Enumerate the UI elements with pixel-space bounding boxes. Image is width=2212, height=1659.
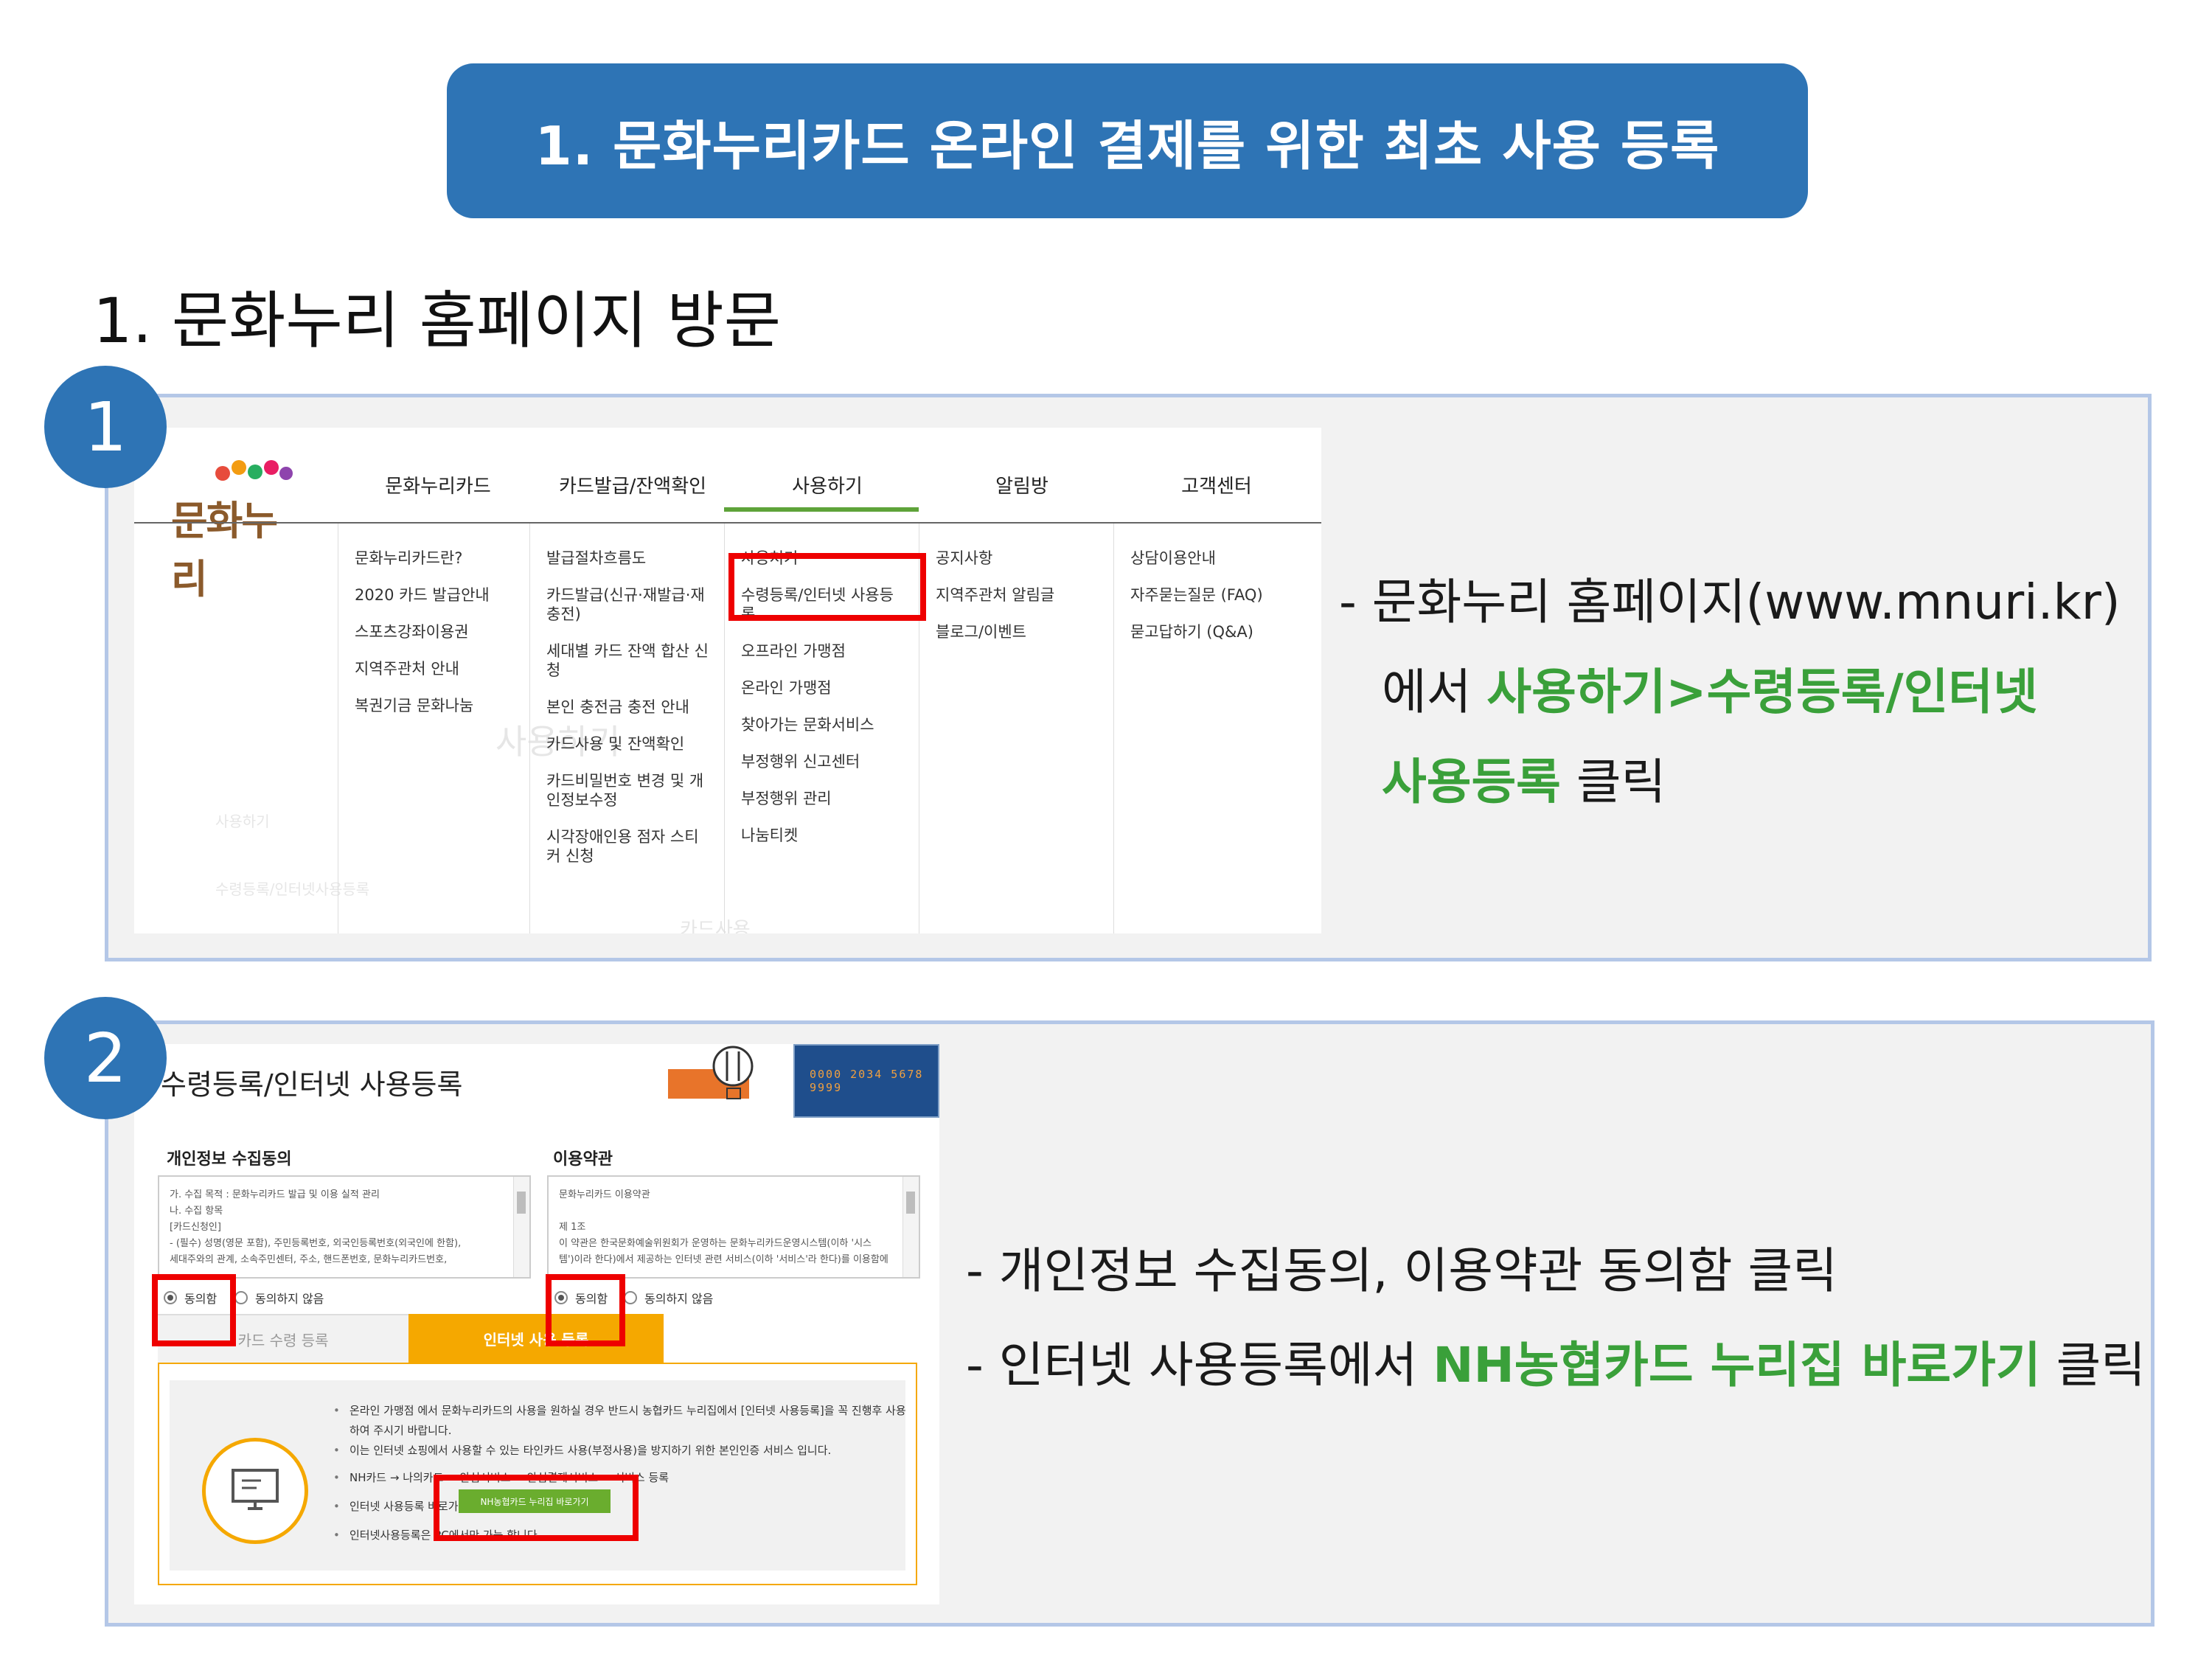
privacy-scrollbar[interactable]	[513, 1177, 529, 1277]
step2-line2: - 인터넷 사용등록에서 NH농협카드 누리집 바로가기 클릭	[966, 1318, 2160, 1413]
registration-title: 수령등록/인터넷 사용등록	[161, 1068, 463, 1101]
menu-item[interactable]: 세대별 카드 잔액 합산 신청	[530, 633, 724, 689]
step2-line2-suffix: 클릭	[2040, 1337, 2146, 1394]
menu-item[interactable]: 상담이용안내	[1114, 540, 1308, 577]
card-banner-image: 0000 2034 5678 9999	[668, 1044, 939, 1118]
privacy-textbox[interactable]: 가. 수집 목적 : 문화누리카드 발급 및 이용 실적 관리 나. 수집 항목…	[158, 1175, 531, 1279]
menu-item[interactable]: 자주묻는질문 (FAQ)	[1114, 577, 1308, 613]
menu-item[interactable]: 부정행위 관리	[725, 780, 919, 817]
monitor-icon	[232, 1469, 279, 1510]
callout-box-terms-agree	[546, 1274, 625, 1346]
menu-item[interactable]: 공지사항	[919, 540, 1113, 577]
menu-item[interactable]: 스포츠강좌이용권	[338, 613, 529, 650]
privacy-line: 가. 수집 목적 : 문화누리카드 발급 및 이용 실적 관리	[170, 1189, 380, 1200]
step1-line2-prefix: 에서	[1382, 664, 1487, 720]
callout-box-nh-button	[434, 1475, 639, 1541]
step-heading: 1. 문화누리 홈페이지 방문	[93, 285, 782, 357]
menu-col-issue: 발급절차흐름도 카드발급(신규·재발급·재충전) 세대별 카드 잔액 합산 신청…	[529, 524, 724, 933]
tab-internet-register[interactable]: 인터넷 사용 등록	[408, 1314, 664, 1363]
menu-item[interactable]: 카드발급(신규·재발급·재충전)	[530, 577, 724, 633]
logo-flower-icon	[215, 460, 293, 481]
terms-textbox[interactable]: 문화누리카드 이용약관 제 1조 이 약관은 한국문화예술위원회가 운영하는 문…	[547, 1175, 920, 1279]
step2-description: - 개인정보 수집동의, 이용약관 동의함 클릭 - 인터넷 사용등록에서 NH…	[966, 1224, 2160, 1413]
mega-menu: 문화누리카드란? 2020 카드 발급안내 스포츠강좌이용권 지역주관처 안내 …	[134, 524, 1321, 933]
menu-item[interactable]: 온라인 가맹점	[725, 669, 919, 706]
computer-icon	[202, 1438, 308, 1544]
step1-line2-highlight: 사용하기>수령등록/인터넷	[1486, 664, 2038, 720]
menu-item[interactable]: 복권기금 문화나눔	[338, 687, 529, 724]
step1-description: - 문화누리 홈페이지(www.mnuri.kr) 에서 사용하기>수령등록/인…	[1339, 557, 2150, 827]
menu-item[interactable]: 본인 충전금 충전 안내	[530, 689, 724, 726]
terms-scrollbar[interactable]	[902, 1177, 919, 1277]
menu-item[interactable]: 지역주관처 알림글	[919, 577, 1113, 613]
terms-line: 문화누리카드 이용약관	[559, 1189, 650, 1200]
nav-notice[interactable]: 알림방	[925, 457, 1119, 516]
menu-item[interactable]: 시각장애인용 점자 스티커 신청	[530, 818, 724, 874]
terms-line: 이 약관은 한국문화예술위원회가 운영하는 문화누리카드운영시스템(이하 '시스	[559, 1238, 872, 1249]
step1-line1: - 문화누리 홈페이지(www.mnuri.kr)	[1339, 574, 2121, 630]
menu-item[interactable]: 찾아가는 문화서비스	[725, 706, 919, 743]
privacy-line: - (필수) 성명(영문 포함), 주민등록번호, 외국인등록번호(외국인에 한…	[170, 1238, 462, 1249]
step2-line2-highlight: NH농협카드 누리집 바로가기	[1433, 1337, 2041, 1394]
terms-line	[559, 1203, 908, 1220]
menu-item[interactable]: 카드비밀번호 변경 및 개인정보수정	[530, 762, 724, 818]
step-badge-1: 1	[44, 366, 167, 488]
privacy-line: 세대주와의 관계, 소속주민센터, 주소, 핸드폰번호, 문화누리카드번호,	[170, 1254, 448, 1265]
title-banner: 1. 문화누리카드 온라인 결제를 위한 최초 사용 등록	[447, 63, 1808, 218]
step1-line3: 사용등록 클릭	[1339, 737, 2150, 827]
callout-box-register-menu	[728, 553, 926, 621]
menu-item[interactable]: 발급절차흐름도	[530, 540, 724, 577]
instruction-item: 온라인 가맹점 에서 문화누리카드의 사용을 원하실 경우 반드시 농협카드 누…	[333, 1401, 908, 1441]
nav-card[interactable]: 문화누리카드	[341, 457, 535, 516]
nav-active-indicator	[724, 507, 919, 512]
step2-line2-prefix: - 인터넷 사용등록에서	[966, 1337, 1433, 1394]
terms-title: 이용약관	[553, 1150, 613, 1169]
step1-line2: 에서 사용하기>수령등록/인터넷	[1339, 647, 2150, 737]
terms-disagree-label: 동의하지 않음	[644, 1292, 714, 1306]
nav-issue-balance[interactable]: 카드발급/잔액확인	[535, 457, 730, 516]
step-badge-2: 2	[44, 997, 167, 1119]
nuri-card-image: 0000 2034 5678 9999	[793, 1044, 939, 1118]
menu-item[interactable]: 오프라인 가맹점	[725, 633, 919, 669]
instruction-item: 이는 인터넷 쇼핑에서 사용할 수 있는 타인카드 사용(부정사용)을 방지하기…	[333, 1441, 908, 1461]
step1-line3-highlight: 사용등록	[1382, 754, 1561, 810]
terms-line: 템')이라 한다)에서 제공하는 인터넷 관련 서비스(이하 '서비스'라 한다…	[559, 1254, 888, 1265]
privacy-line: [카드신청인]	[170, 1222, 221, 1233]
terms-line: 제 1조	[559, 1222, 586, 1233]
homepage-screenshot: 문화누리 문화누리카드 카드발급/잔액확인 사용하기 알림방 고객센터 사용하기…	[134, 428, 1321, 933]
menu-item[interactable]: 나눔티켓	[725, 817, 919, 854]
menu-item[interactable]: 블로그/이벤트	[919, 613, 1113, 650]
banner-title: 1. 문화누리카드 온라인 결제를 위한 최초 사용 등록	[535, 114, 1720, 177]
step1-line3-suffix: 클릭	[1560, 754, 1666, 810]
menu-item[interactable]: 지역주관처 안내	[338, 650, 529, 687]
radio-empty-icon	[624, 1291, 637, 1304]
privacy-line: 나. 수집 항목	[170, 1206, 223, 1217]
privacy-title: 개인정보 수집동의	[167, 1150, 292, 1169]
menu-col-notice: 공지사항 지역주관처 알림글 블로그/이벤트	[919, 524, 1113, 933]
menu-item[interactable]: 부정행위 신고센터	[725, 743, 919, 780]
radio-empty-icon	[234, 1291, 248, 1304]
terms-disagree-radio[interactable]: 동의하지 않음	[624, 1289, 713, 1307]
privacy-disagree-label: 동의하지 않음	[255, 1292, 324, 1306]
card-number: 0000 2034 5678 9999	[810, 1068, 924, 1094]
privacy-disagree-radio[interactable]: 동의하지 않음	[234, 1289, 324, 1307]
menu-item[interactable]: 문화누리카드란?	[338, 540, 529, 577]
menu-item[interactable]: 2020 카드 발급안내	[338, 577, 529, 613]
balloon-icon	[668, 1046, 754, 1099]
registration-screenshot: 수령등록/인터넷 사용등록 0000 2034 5678 9999 개인정보 수…	[134, 1044, 939, 1604]
nav-customer[interactable]: 고객센터	[1119, 457, 1314, 516]
menu-col-card: 문화누리카드란? 2020 카드 발급안내 스포츠강좌이용권 지역주관처 안내 …	[338, 524, 529, 933]
menu-item[interactable]: 묻고답하기 (Q&A)	[1114, 613, 1308, 650]
step2-line1: - 개인정보 수집동의, 이용약관 동의함 클릭	[966, 1242, 1837, 1299]
callout-box-privacy-agree	[152, 1274, 236, 1346]
menu-item[interactable]: 카드사용 및 잔액확인	[530, 726, 724, 762]
menu-col-customer: 상담이용안내 자주묻는질문 (FAQ) 묻고답하기 (Q&A)	[1113, 524, 1308, 933]
